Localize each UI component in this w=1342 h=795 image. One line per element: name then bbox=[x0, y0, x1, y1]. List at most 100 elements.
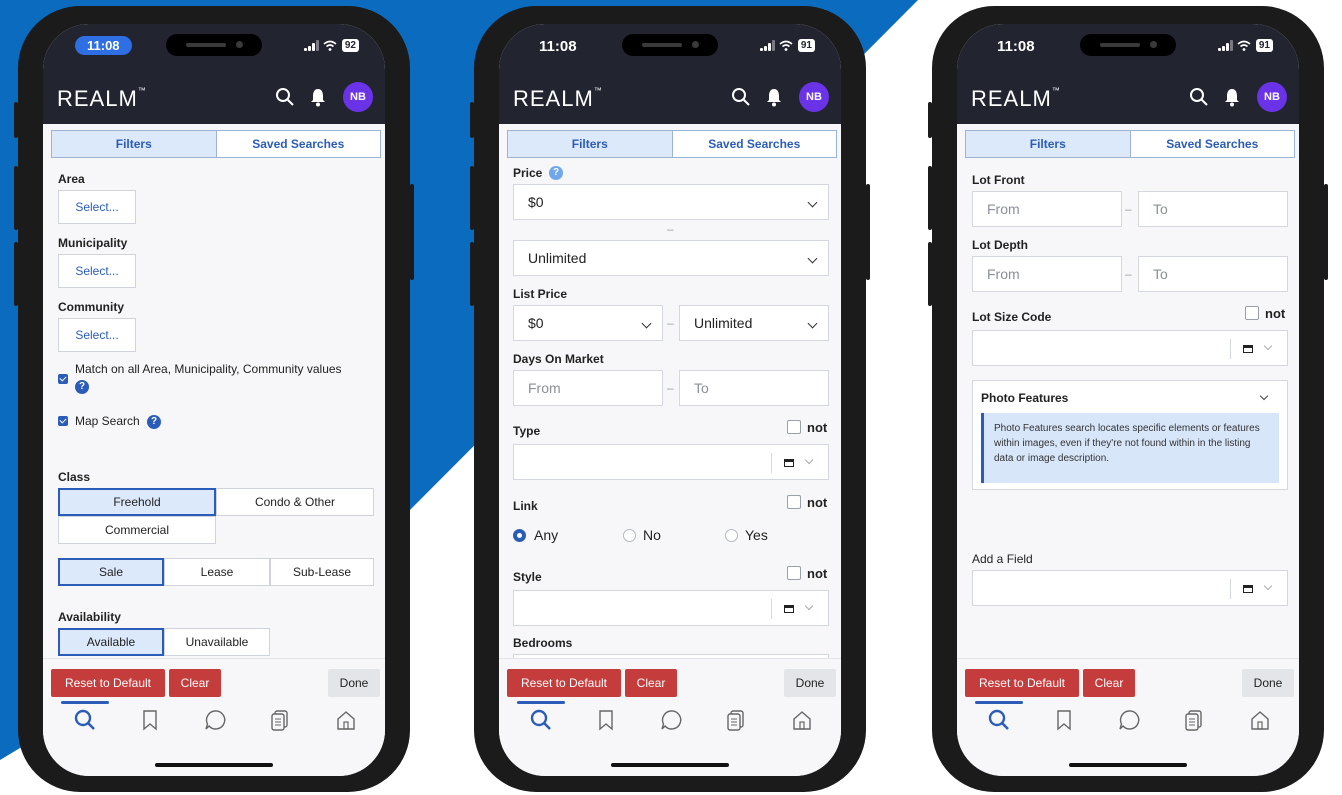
link-radio-yes[interactable] bbox=[725, 529, 738, 542]
lot-front-to-input[interactable]: To bbox=[1138, 191, 1288, 227]
help-icon[interactable]: ? bbox=[549, 166, 563, 180]
home-icon[interactable] bbox=[791, 709, 813, 731]
lot-depth-from-input[interactable]: From bbox=[972, 256, 1122, 292]
documents-icon[interactable] bbox=[269, 709, 291, 731]
home-icon[interactable] bbox=[335, 709, 357, 731]
status-bar: 11:08 92 bbox=[43, 24, 385, 70]
chat-icon[interactable] bbox=[660, 709, 682, 731]
photo-features-panel[interactable]: Photo Features Photo Features search loc… bbox=[972, 380, 1288, 490]
clear-button[interactable]: Clear bbox=[169, 669, 221, 697]
calendar-icon bbox=[784, 605, 794, 613]
action-bar: Reset to Default Clear Done bbox=[499, 658, 841, 776]
bookmark-icon[interactable] bbox=[139, 709, 161, 731]
search-icon[interactable] bbox=[74, 709, 96, 731]
status-time: 11:08 bbox=[75, 36, 132, 55]
class-option-freehold[interactable]: Freehold bbox=[58, 488, 216, 516]
lot-size-code-multiselect[interactable] bbox=[972, 330, 1288, 366]
reset-button[interactable]: Reset to Default bbox=[507, 669, 621, 697]
tab-filters[interactable]: Filters bbox=[966, 131, 1131, 157]
tab-filters[interactable]: Filters bbox=[508, 131, 673, 157]
tx-option-sublease[interactable]: Sub-Lease bbox=[270, 558, 374, 586]
tab-saved-searches[interactable]: Saved Searches bbox=[216, 131, 380, 157]
lot-front-from-input[interactable]: From bbox=[972, 191, 1122, 227]
dynamic-island bbox=[1080, 34, 1176, 56]
documents-icon[interactable] bbox=[725, 709, 747, 731]
search-icon[interactable] bbox=[275, 87, 295, 107]
chat-icon[interactable] bbox=[204, 709, 226, 731]
availability-option-unavailable[interactable]: Unavailable bbox=[164, 628, 270, 656]
add-field-select[interactable] bbox=[972, 570, 1288, 606]
done-button[interactable]: Done bbox=[784, 669, 836, 697]
price-max-select[interactable]: Unlimited bbox=[513, 240, 829, 276]
community-select-button[interactable]: Select... bbox=[58, 318, 136, 352]
tab-saved-searches[interactable]: Saved Searches bbox=[672, 131, 836, 157]
lot-size-not-checkbox[interactable] bbox=[1245, 306, 1259, 320]
style-multiselect[interactable] bbox=[513, 590, 829, 626]
bell-icon[interactable] bbox=[765, 87, 783, 107]
home-indicator bbox=[611, 763, 729, 767]
filter-tabs: Filters Saved Searches bbox=[965, 130, 1295, 158]
match-all-checkbox[interactable] bbox=[58, 374, 68, 384]
class-option-commercial[interactable]: Commercial bbox=[58, 516, 216, 544]
bedrooms-label: Bedrooms bbox=[513, 636, 573, 650]
type-multiselect[interactable] bbox=[513, 444, 829, 480]
price-min-select[interactable]: $0 bbox=[513, 184, 829, 220]
map-search-checkbox[interactable] bbox=[58, 416, 68, 426]
done-button[interactable]: Done bbox=[328, 669, 380, 697]
reset-button[interactable]: Reset to Default bbox=[51, 669, 165, 697]
link-radio-any[interactable] bbox=[513, 529, 526, 542]
reset-button[interactable]: Reset to Default bbox=[965, 669, 1079, 697]
help-icon[interactable]: ? bbox=[75, 380, 89, 394]
link-option-yes: Yes bbox=[745, 527, 768, 543]
link-not-checkbox[interactable] bbox=[787, 495, 801, 509]
availability-option-available[interactable]: Available bbox=[58, 628, 164, 656]
municipality-select-button[interactable]: Select... bbox=[58, 254, 136, 288]
bookmark-icon[interactable] bbox=[595, 709, 617, 731]
bell-icon[interactable] bbox=[309, 87, 327, 107]
add-field-label: Add a Field bbox=[972, 552, 1033, 566]
class-option-condo[interactable]: Condo & Other bbox=[216, 488, 374, 516]
dom-from-input[interactable]: From bbox=[513, 370, 663, 406]
link-radio-no[interactable] bbox=[623, 529, 636, 542]
lot-depth-to-input[interactable]: To bbox=[1138, 256, 1288, 292]
search-icon[interactable] bbox=[988, 709, 1010, 731]
municipality-label: Municipality bbox=[58, 236, 128, 250]
status-time: 11:08 bbox=[997, 38, 1035, 55]
tx-option-sale[interactable]: Sale bbox=[58, 558, 164, 586]
map-search-label: Map Search bbox=[75, 414, 140, 428]
area-select-button[interactable]: Select... bbox=[58, 190, 136, 224]
home-icon[interactable] bbox=[1249, 709, 1271, 731]
list-price-min-select[interactable]: $0 bbox=[513, 305, 663, 341]
filter-panel: Filters Saved Searches Area Select... Mu… bbox=[43, 124, 385, 658]
bookmark-icon[interactable] bbox=[1053, 709, 1075, 731]
dom-to-input[interactable]: To bbox=[679, 370, 829, 406]
avatar[interactable]: NB bbox=[1257, 82, 1287, 112]
done-button[interactable]: Done bbox=[1242, 669, 1294, 697]
tx-option-lease[interactable]: Lease bbox=[164, 558, 270, 586]
list-price-max-select[interactable]: Unlimited bbox=[679, 305, 829, 341]
search-icon[interactable] bbox=[530, 709, 552, 731]
style-not-checkbox[interactable] bbox=[787, 566, 801, 580]
class-label: Class bbox=[58, 470, 91, 484]
bell-icon[interactable] bbox=[1223, 87, 1241, 107]
avatar[interactable]: NB bbox=[799, 82, 829, 112]
tab-filters[interactable]: Filters bbox=[52, 131, 217, 157]
top-navbar: REALM™ NB bbox=[43, 70, 385, 124]
chevron-down-icon[interactable] bbox=[1259, 391, 1269, 401]
chevron-down-icon bbox=[1263, 341, 1273, 351]
clear-button[interactable]: Clear bbox=[1083, 669, 1135, 697]
search-icon[interactable] bbox=[1189, 87, 1209, 107]
dynamic-island bbox=[166, 34, 262, 56]
type-not-checkbox[interactable] bbox=[787, 420, 801, 434]
tab-saved-searches[interactable]: Saved Searches bbox=[1130, 131, 1294, 157]
avatar[interactable]: NB bbox=[343, 82, 373, 112]
search-icon[interactable] bbox=[731, 87, 751, 107]
action-bar: Reset to Default Clear Done bbox=[957, 658, 1299, 776]
chevron-down-icon bbox=[804, 455, 814, 465]
clear-button[interactable]: Clear bbox=[625, 669, 677, 697]
chat-icon[interactable] bbox=[1118, 709, 1140, 731]
top-navbar: REALM™ NB bbox=[957, 70, 1299, 124]
wifi-icon bbox=[779, 40, 793, 51]
help-icon[interactable]: ? bbox=[147, 415, 161, 429]
documents-icon[interactable] bbox=[1183, 709, 1205, 731]
